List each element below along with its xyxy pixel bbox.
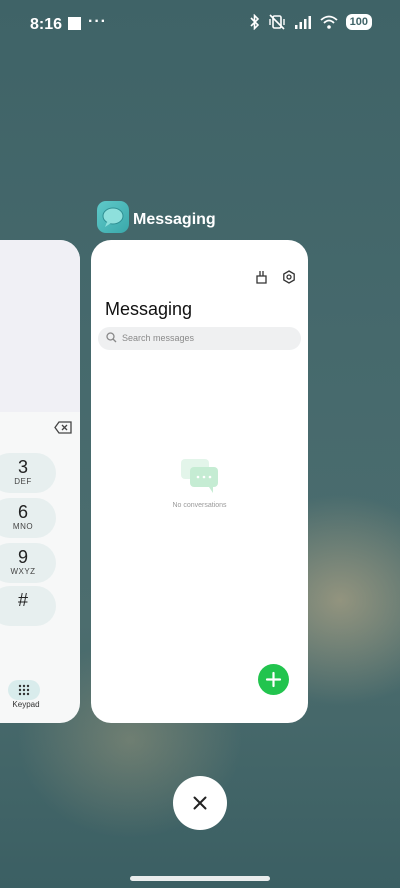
status-time: 8:16 [30,16,63,33]
dial-key-digit: # [17,590,28,610]
keypad-tab[interactable] [8,680,40,700]
messaging-app-icon[interactable] [97,201,129,233]
wifi-icon [320,15,338,29]
more-notifications-icon: ··· [88,13,107,30]
keypad-tab-label: Keypad [12,700,40,709]
new-conversation-button[interactable] [258,664,289,695]
signal-icon [294,16,311,29]
vibrate-mute-icon [268,14,285,30]
dial-key-digit: 9 [17,547,28,567]
dial-key-letters: DEF [14,477,32,486]
dial-key-digit: 6 [17,502,28,522]
dialer-number-area [0,240,80,412]
messaging-recent-card[interactable]: Messaging Search messages No conversatio… [91,240,308,723]
gesture-navigation-bar[interactable] [130,876,270,881]
backspace-icon[interactable] [54,421,72,434]
dial-key-6[interactable]: 6 MNO [0,498,56,538]
battery-indicator: 100 [345,14,372,30]
bluetooth-icon [250,14,259,30]
clean-brush-icon[interactable] [255,270,268,284]
clear-all-button[interactable] [173,776,227,830]
dial-key-letters: WXYZ [10,567,36,576]
dial-key-letters: MNO [12,522,34,531]
search-placeholder: Search messages [122,333,195,343]
notification-square-icon [68,17,81,30]
dialer-recent-card[interactable]: 3 DEF 6 MNO 9 WXYZ # Keypad [0,240,80,723]
status-bar: 8:16 ··· 100 [0,0,400,48]
search-bar[interactable]: Search messages [98,327,301,350]
plus-icon [265,671,282,688]
empty-conversations-icon [181,459,218,493]
search-icon [106,332,117,343]
dial-key-digit: 3 [17,457,28,477]
settings-icon[interactable] [282,270,296,284]
dial-key-9[interactable]: 9 WXYZ [0,543,56,583]
chat-bubble-icon [102,207,124,227]
keypad-icon [18,684,30,696]
dial-key-3[interactable]: 3 DEF [0,453,56,493]
recent-app-title: Messaging [133,211,216,228]
dial-key-hash[interactable]: # [0,586,56,626]
empty-state-text: No conversations [172,502,227,509]
page-title: Messaging [105,299,193,319]
close-icon [193,796,207,810]
